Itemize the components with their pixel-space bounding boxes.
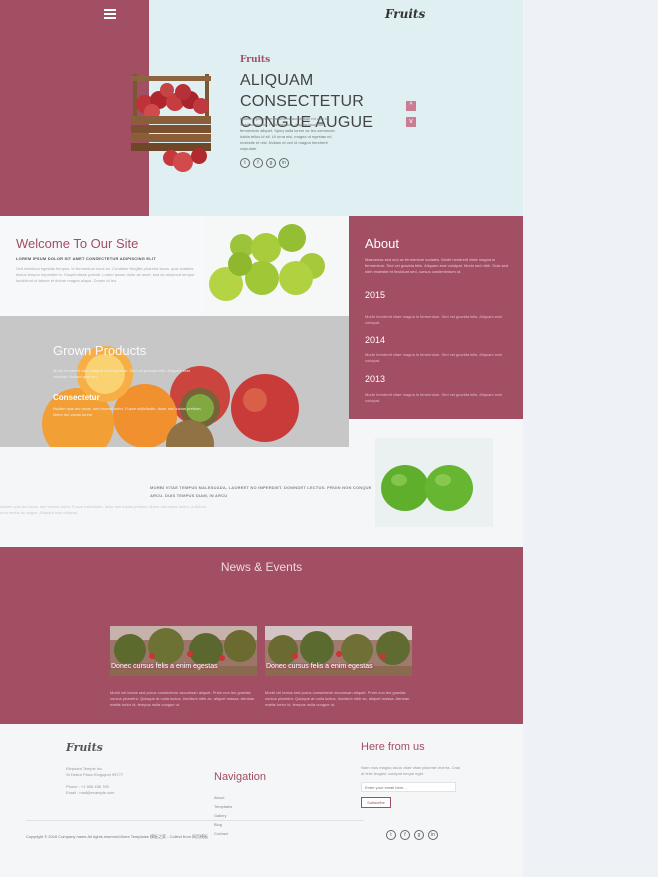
footer-nav-blog[interactable]: Blog (214, 820, 232, 829)
apple-crate-image (131, 74, 211, 172)
footer-nav-gallery[interactable]: Gallery (214, 811, 232, 820)
grown-text: Morbi hendrerit vitae magna in fermentum… (53, 368, 190, 379)
page: Fruits Fruits ALIQUAM CONSECTETUR CONGUE… (0, 0, 523, 877)
grown-subtitle: Consectetur (53, 393, 100, 402)
site-logo[interactable]: Fruits (385, 7, 425, 21)
slider-down-button[interactable]: v (406, 117, 416, 127)
footer-nav-contact[interactable]: Contact (214, 829, 232, 838)
about-year: 2015 (365, 290, 386, 300)
twitter-icon[interactable]: t (240, 158, 250, 168)
welcome-title: Welcome To Our Site (16, 236, 139, 251)
welcome-section: Welcome To Our Site LOREM IPSUM DOLOR SI… (0, 216, 204, 316)
news-description: Morbi vel lectus sed purus consectetur a… (110, 690, 255, 707)
hero-text: Ullamcorper etiam mauris in, accumsan mi… (240, 116, 335, 151)
footer-address: Elephant Temple Inc. St Debra Place,King… (66, 766, 123, 778)
hamburger-menu-icon[interactable] (104, 9, 116, 19)
footer-nav-title: Navigation (214, 771, 266, 783)
linkedin-icon[interactable]: in (428, 830, 438, 840)
news-card[interactable]: Donec cursus felis a enim egestas Morbi … (265, 626, 412, 708)
google-plus-icon[interactable]: g (414, 830, 424, 840)
grown-text-2: Nullam quis leo lacus, sed viverra torto… (53, 406, 202, 417)
welcome-subtitle: LOREM IPSUM DOLOR SIT AMET CONSECTETUR A… (16, 256, 156, 261)
address-line: St Debra Place,Kingsport 95777 (66, 772, 124, 777)
news-description: Morbi vel lectus sed purus consectetur a… (265, 690, 410, 707)
footer-logo[interactable]: Fruits (66, 741, 103, 754)
footer-contact: Phone : +1 555 456 789 Email : mail@exam… (66, 784, 115, 796)
newsletter-text: Nam mus magna lacus vitae vitae placerat… (361, 765, 461, 776)
about-year: 2014 (365, 335, 386, 345)
slider-up-button[interactable]: ^ (406, 101, 416, 111)
footer-nav-about[interactable]: About (214, 793, 232, 802)
footer-nav-list: About Templates Gallery Blog Contact (214, 793, 232, 838)
mid-faint-text: Nullam quis leo lacus, sed viverra torto… (0, 504, 207, 515)
mid-text: MORBI VITAE TEMPUS MALESUADA, LAOREET NO… (150, 485, 372, 498)
copyright-text: Copyright © 2016 Company name All rights… (26, 834, 209, 839)
about-year: 2013 (365, 374, 386, 384)
about-title: About (365, 236, 399, 251)
hero-kicker: Fruits (240, 55, 271, 65)
two-green-apples-image (375, 438, 493, 527)
news-caption[interactable]: Donec cursus felis a enim egestas (110, 663, 219, 670)
news-caption[interactable]: Donec cursus felis a enim egestas (265, 663, 374, 670)
facebook-icon[interactable]: f (400, 830, 410, 840)
about-year-text: Morbi hendrerit vitae magna in fermentum… (365, 392, 502, 403)
grown-products-section: Grown Products Morbi hendrerit vitae mag… (0, 316, 349, 447)
news-title: News & Events (220, 560, 303, 574)
facebook-icon[interactable]: f (253, 158, 263, 168)
green-apples-image (204, 216, 349, 316)
linkedin-icon[interactable]: in (279, 158, 289, 168)
news-image: Donec cursus felis a enim egestas (265, 626, 412, 676)
footer-social-links: t f g in (386, 830, 438, 840)
footer-divider (26, 820, 364, 821)
welcome-text: Sed interdum egestas tempus. In fermentu… (16, 266, 195, 283)
about-year-text: Morbi hendrerit vitae magna in fermentum… (365, 314, 502, 325)
newsletter-title: Here from us (361, 741, 425, 753)
about-year-text: Morbi hendrerit vitae magna in fermentum… (365, 352, 502, 363)
google-plus-icon[interactable]: g (266, 158, 276, 168)
news-image: Donec cursus felis a enim egestas (110, 626, 257, 676)
twitter-icon[interactable]: t (386, 830, 396, 840)
fruit-image (0, 316, 349, 447)
grown-title: Grown Products (53, 343, 147, 358)
about-intro: Maecenas sed orci ac fermentum sodales. … (365, 257, 508, 274)
email-line: Email : mail@example.com (66, 790, 115, 795)
news-section: News & Events Donec cursus felis a enim … (0, 547, 523, 724)
news-card[interactable]: Donec cursus felis a enim egestas Morbi … (110, 626, 257, 708)
hero-section: Fruits Fruits ALIQUAM CONSECTETUR CONGUE… (0, 0, 523, 216)
hero-social-links: t f g in (240, 158, 289, 168)
about-section: About Maecenas sed orci ac fermentum sod… (349, 216, 523, 419)
footer-nav-templates[interactable]: Templates (214, 802, 232, 811)
email-field[interactable] (361, 782, 456, 792)
subscribe-button[interactable]: Subscribe (361, 797, 391, 808)
